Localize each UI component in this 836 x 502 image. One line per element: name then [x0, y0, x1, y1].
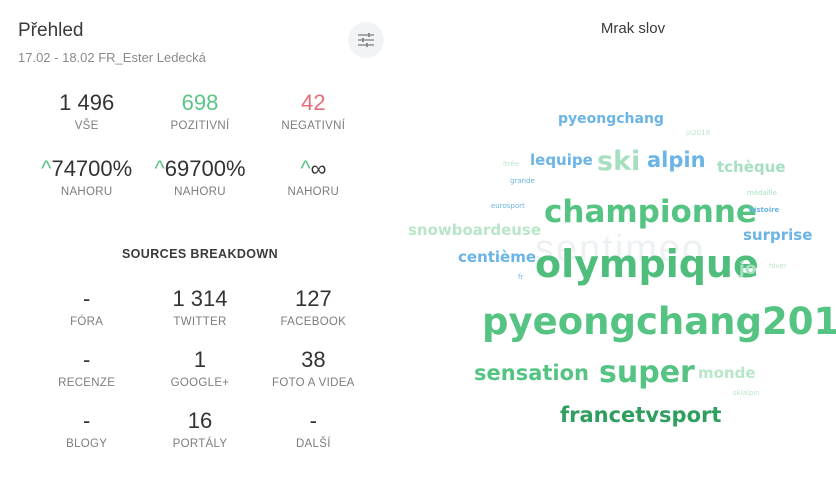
source-google-plus[interactable]: 1 GOOGLE+ [143, 347, 256, 389]
source-recenze[interactable]: - RECENZE [30, 347, 143, 389]
source-value: 1 [193, 347, 207, 372]
sliders-icon [358, 33, 374, 47]
source-twitter[interactable]: 1 314 TWITTER [143, 286, 256, 328]
source-value: - [83, 408, 91, 433]
stat-label: NEGATIVNÍ [281, 120, 346, 132]
word-cloud-term[interactable]: hiver [769, 262, 787, 270]
trend-up-icon: ^ [300, 156, 311, 181]
source-facebook[interactable]: 127 FACEBOOK [257, 286, 370, 328]
trend-negative: ^∞ NAHORU [257, 156, 370, 198]
word-cloud-term[interactable]: lequipe [530, 151, 593, 169]
trend-value: 69700% [164, 156, 246, 181]
sources-grid: - FÓRA 1 314 TWITTER 127 FACEBOOK - RECENZE … [30, 286, 370, 450]
source-label: DALŠÍ [295, 438, 331, 450]
word-cloud-term[interactable]: grande [510, 177, 535, 185]
word-cloud-term[interactable]: super [599, 355, 695, 390]
word-cloud-term[interactable]: ltrée [503, 160, 519, 168]
trend-value: 74700% [51, 156, 133, 181]
page-title: Přehled [18, 20, 84, 41]
source-label: RECENZE [58, 377, 116, 389]
source-value: 38 [301, 347, 326, 372]
word-cloud-term[interactable]: jo2018 [686, 129, 710, 137]
source-label: TWITTER [173, 316, 227, 328]
source-value: 16 [187, 408, 213, 433]
trend-label: NAHORU [287, 186, 340, 198]
word-cloud-term[interactable]: francetvsport [560, 403, 721, 427]
source-label: FACEBOOK [280, 316, 347, 328]
source-foto-video[interactable]: 38 FOTO A VIDEA [257, 347, 370, 389]
source-dalsi[interactable]: - DALŠÍ [257, 408, 370, 450]
trend-stats: ^74700% NAHORU ^69700% NAHORU ^∞ NAHORU [30, 156, 370, 198]
word-cloud-term[interactable]: skialpin [733, 389, 760, 397]
stat-value: 698 [181, 90, 219, 115]
trend-up-icon: ^ [41, 156, 52, 181]
source-value: - [83, 347, 91, 372]
stat-positive[interactable]: 698 POZITIVNÍ [143, 90, 256, 132]
source-label: PORTÁLY [172, 438, 228, 450]
word-cloud-term[interactable]: championne [544, 194, 757, 230]
source-blogy[interactable]: - BLOGY [30, 408, 143, 450]
word-cloud-term[interactable]: eurosport [491, 202, 525, 210]
trend-up-icon: ^ [154, 156, 165, 181]
source-value: - [309, 408, 317, 433]
word-cloud-term[interactable]: alpin [647, 148, 706, 172]
trend-label: NAHORU [60, 186, 113, 198]
word-cloud-term[interactable]: fr [518, 273, 523, 281]
sources-breakdown-title: SOURCES BREAKDOWN [121, 247, 279, 261]
source-label: BLOGY [66, 438, 108, 450]
word-cloud-term[interactable]: pyeongchang2018 [482, 300, 836, 343]
date-range-subtitle: 17.02 - 18.02 FR_Ester Ledecká [18, 50, 206, 65]
source-label: GOOGLE+ [170, 377, 230, 389]
stat-label: VŠE [74, 120, 99, 132]
word-cloud-term[interactable]: tchèque [717, 158, 786, 176]
stat-value: 42 [301, 90, 326, 115]
source-label: FOTO A VIDEA [272, 377, 355, 389]
word-cloud-term[interactable]: sensation [474, 361, 589, 385]
source-label: FÓRA [70, 316, 104, 328]
overview-panel: Přehled 17.02 - 18.02 FR_Ester Ledecká 1… [0, 0, 400, 502]
source-value: - [83, 286, 91, 311]
word-cloud-term[interactable]: olympique [535, 242, 759, 286]
trend-positive: ^69700% NAHORU [143, 156, 256, 198]
mention-stats: 1 496 VŠE 698 POZITIVNÍ 42 NEGATIVNÍ [30, 90, 370, 132]
stat-value: 1 496 [59, 90, 115, 115]
stat-label: POZITIVNÍ [170, 120, 230, 132]
word-cloud-term[interactable]: snowboardeuse [408, 221, 541, 239]
word-cloud-term[interactable]: centième [458, 248, 536, 266]
word-cloud-term[interactable]: jo [739, 259, 757, 279]
word-cloud-term[interactable]: monde [698, 364, 756, 382]
word-cloud-title: Mrak slov [600, 20, 666, 37]
source-portaly[interactable]: 16 PORTÁLY [143, 408, 256, 450]
word-cloud-term[interactable]: pyeongchang [558, 111, 664, 127]
word-cloud-panel: Mrak slov sentimeo pyeongchang jo2018 ltré… [400, 0, 836, 502]
stat-negative[interactable]: 42 NEGATIVNÍ [257, 90, 370, 132]
trend-label: NAHORU [174, 186, 226, 198]
word-cloud-term[interactable]: ski [597, 146, 640, 177]
source-value: 1 314 [172, 286, 228, 311]
trend-value: ∞ [310, 156, 327, 181]
stat-all[interactable]: 1 496 VŠE [30, 90, 143, 132]
trend-all: ^74700% NAHORU [30, 156, 143, 198]
word-cloud-term[interactable]: histoire [749, 206, 779, 214]
source-value: 127 [294, 286, 332, 311]
filter-settings-button[interactable] [348, 22, 384, 58]
source-fora[interactable]: - FÓRA [30, 286, 143, 328]
